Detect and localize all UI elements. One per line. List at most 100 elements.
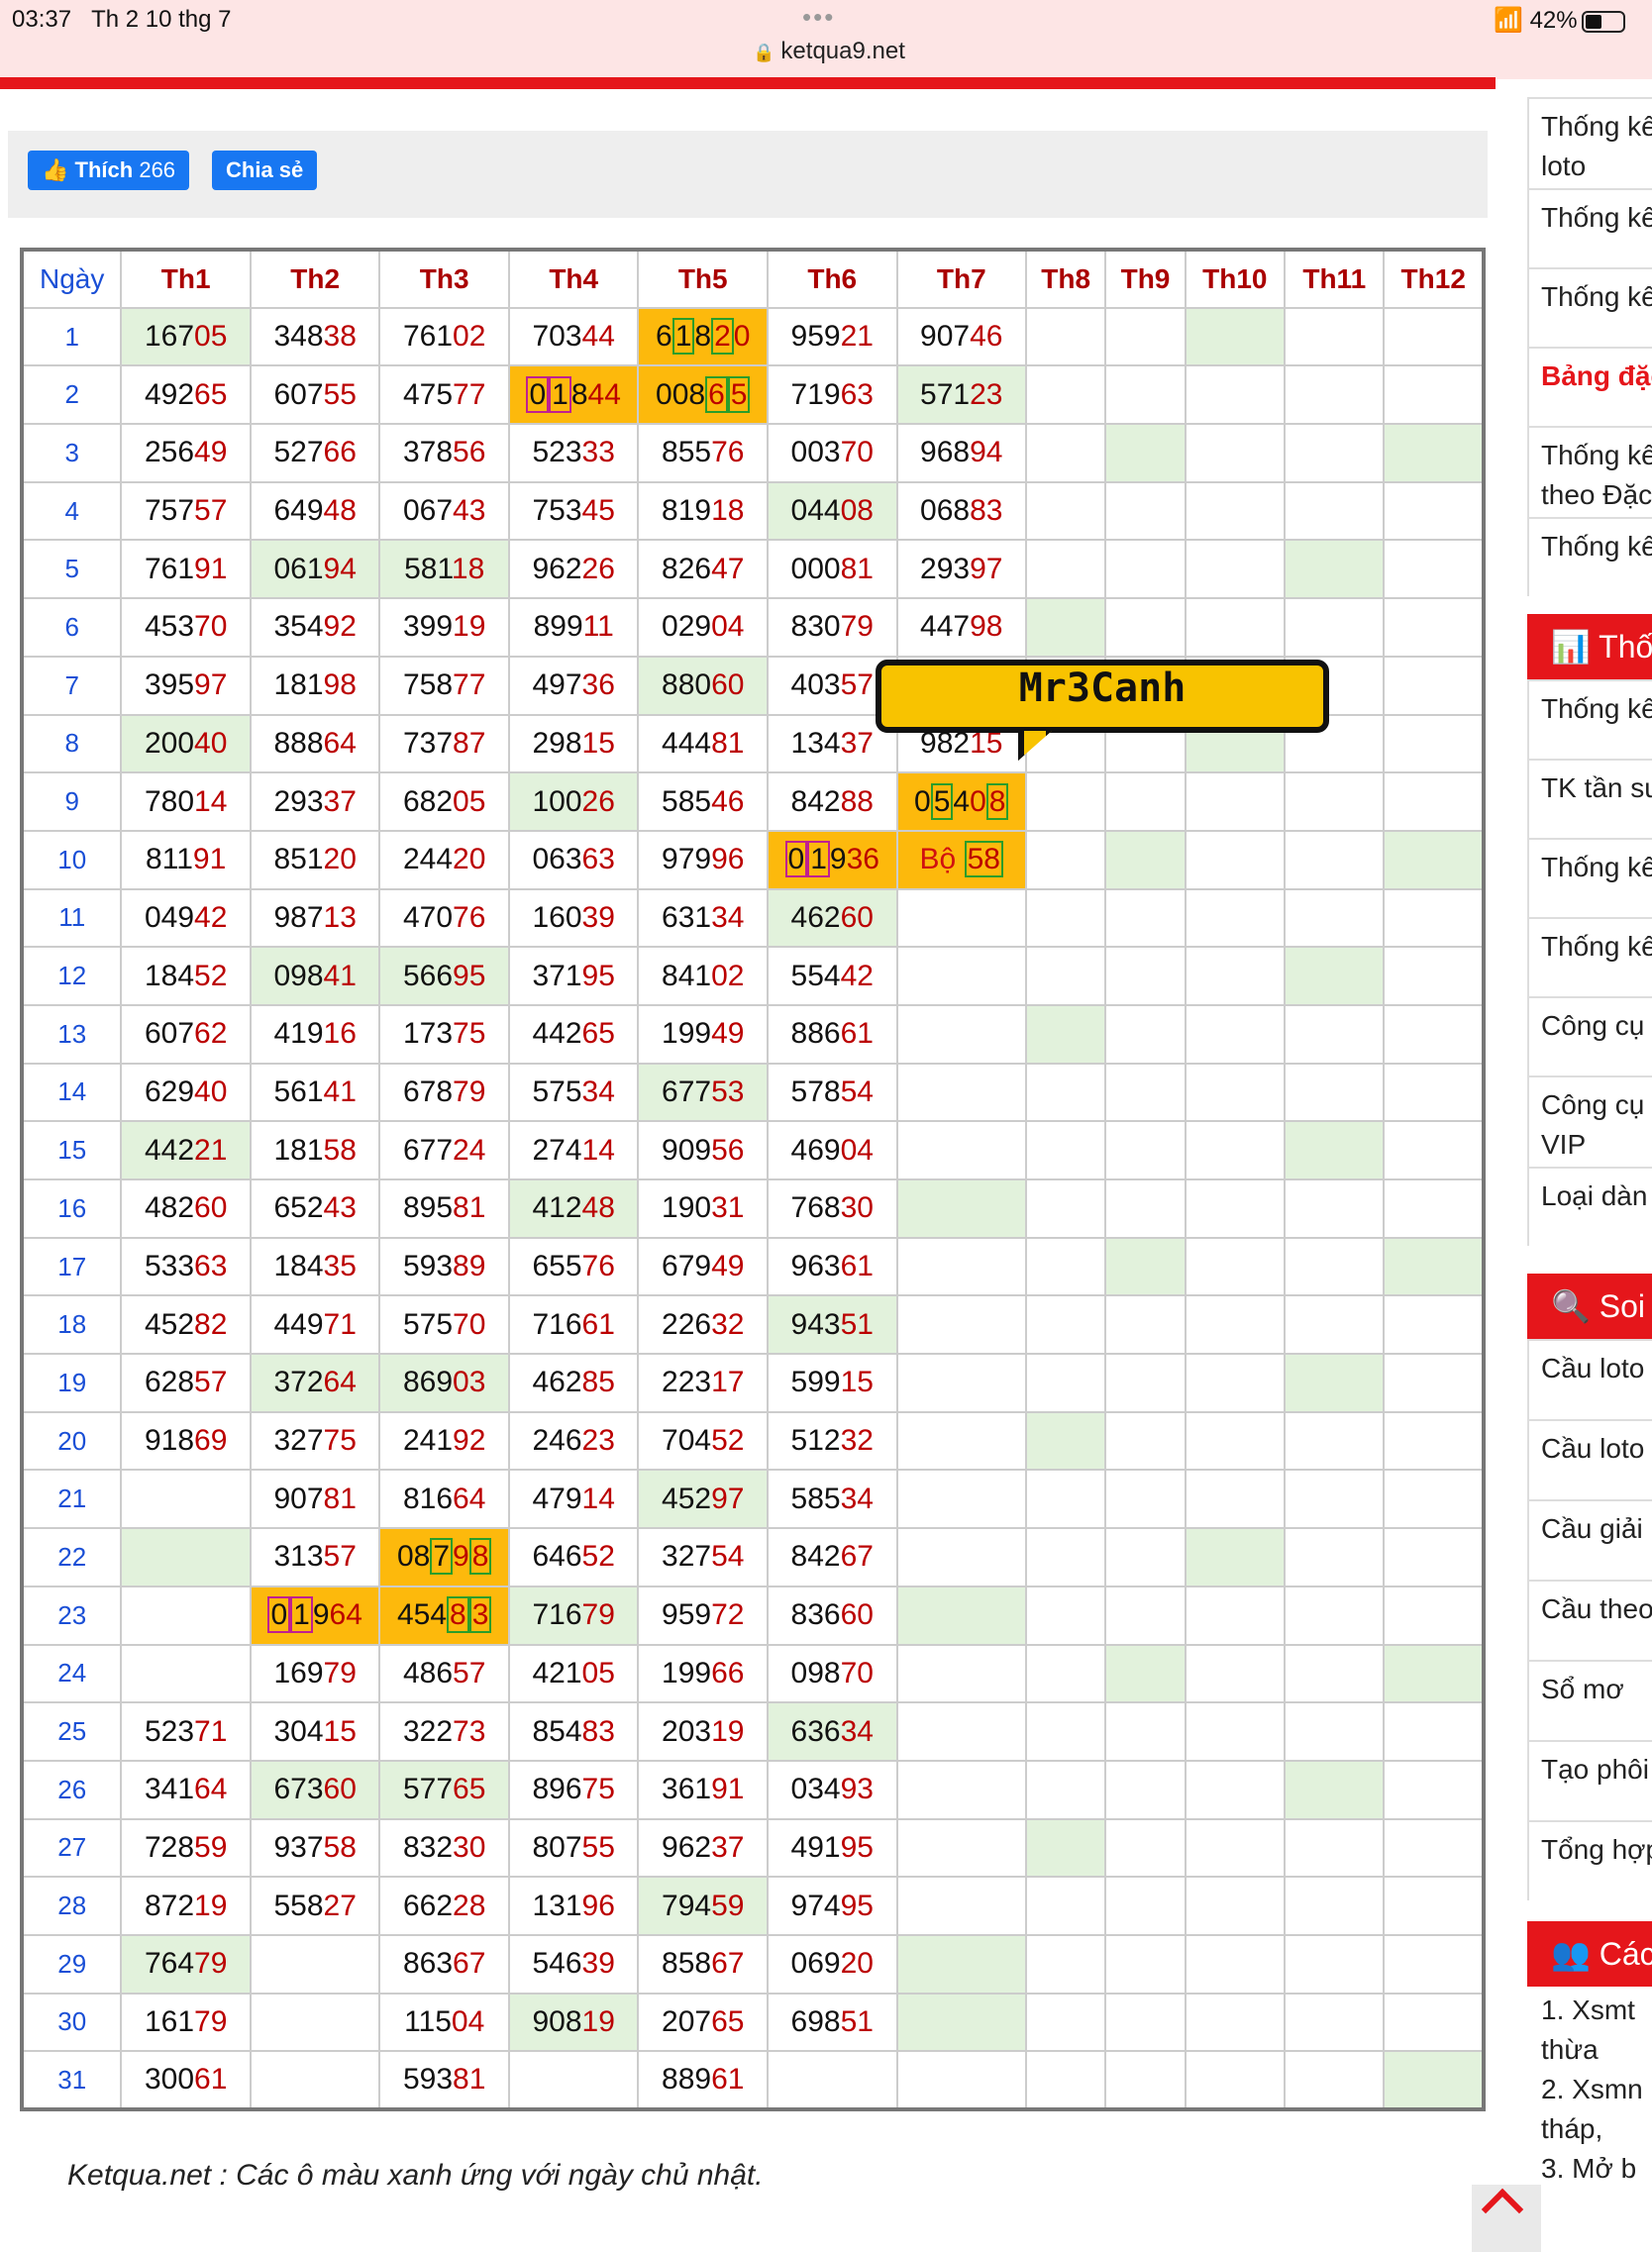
day-link[interactable]: 18 (20, 1294, 123, 1356)
result-cell: 65243 (249, 1178, 381, 1239)
day-link[interactable]: 13 (20, 1003, 123, 1065)
result-cell: 00081 (766, 539, 898, 600)
sidebar-item[interactable]: Thống kê loto (1527, 97, 1652, 188)
result-cell (1025, 887, 1107, 949)
facebook-share-button[interactable]: Chia sẻ (212, 151, 318, 190)
sidebar-item[interactable]: Cầu theo (1527, 1580, 1652, 1660)
day-link[interactable]: 19 (20, 1353, 123, 1413)
sidebar-item[interactable]: TK tần su (1527, 759, 1652, 838)
day-link[interactable]: 3 (20, 423, 123, 483)
sidebar-item[interactable]: Thống kê (1527, 188, 1652, 267)
result-cell (1284, 946, 1386, 1006)
day-link[interactable]: 5 (20, 539, 123, 600)
result-cell: 17375 (378, 1003, 510, 1065)
url-bar[interactable]: 🔒 ketqua9.net (753, 38, 905, 65)
tab-dots-icon[interactable]: ••• (802, 2, 835, 33)
list-item[interactable]: Mở b (1541, 2149, 1652, 2189)
table-row: 4 75757 64948 06743 75345 81918 04408 06883 (20, 480, 1485, 542)
day-link[interactable]: 1 (20, 306, 123, 367)
result-cell: 32775 (249, 1410, 381, 1472)
sidebar-item[interactable]: Thống kê theo Đặc (1527, 426, 1652, 517)
sidebar-item[interactable]: Tổng hợp (1527, 1820, 1652, 1900)
result-cell: 16179 (120, 1992, 252, 2053)
day-link[interactable]: 14 (20, 1062, 123, 1123)
sidebar-item[interactable]: Công cụ (1527, 996, 1652, 1075)
result-cell (1184, 1469, 1287, 1530)
sidebar-item[interactable]: Thống kê (1527, 917, 1652, 996)
day-link[interactable]: 25 (20, 1701, 123, 1762)
sidebar-item[interactable]: Tạo phôi (1527, 1740, 1652, 1820)
result-cell: 49736 (507, 655, 640, 716)
day-link[interactable]: 15 (20, 1120, 123, 1180)
sidebar-item[interactable]: Thống kê (1527, 838, 1652, 917)
result-cell (1383, 1353, 1485, 1413)
result-cell: 31357 (249, 1527, 381, 1587)
result-cell (1104, 1817, 1187, 1879)
result-cell (1184, 539, 1287, 600)
sidebar-item[interactable]: Cầu loto (1527, 1339, 1652, 1419)
day-link[interactable]: 12 (20, 946, 123, 1006)
table-row: 19 62857 37264 86903 46285 22317 59915 (20, 1353, 1485, 1413)
result-cell (1383, 1062, 1485, 1123)
day-link[interactable]: 9 (20, 771, 123, 832)
result-cell (1284, 1817, 1386, 1879)
facebook-like-button[interactable]: 👍 Thích 266 (28, 151, 190, 190)
result-cell (1104, 1527, 1187, 1587)
result-cell (1104, 887, 1187, 949)
day-link[interactable]: 17 (20, 1236, 123, 1297)
day-link[interactable]: 21 (20, 1469, 123, 1530)
sidebar-item[interactable]: Công cụ VIP (1527, 1075, 1652, 1167)
result-cell (1284, 1759, 1386, 1820)
day-link[interactable]: 2 (20, 364, 123, 426)
day-link[interactable]: 20 (20, 1410, 123, 1472)
day-link[interactable]: 28 (20, 1876, 123, 1936)
result-cell (895, 1410, 1028, 1472)
result-cell: 44481 (637, 713, 769, 774)
result-cell: 62940 (120, 1062, 252, 1123)
list-item[interactable]: Xsmntháp, (1541, 2070, 1652, 2149)
table-row: 15 44221 18158 67724 27414 90956 46904 (20, 1120, 1485, 1180)
day-link[interactable]: 10 (20, 829, 123, 890)
sidebar-item[interactable]: Cầu giải (1527, 1499, 1652, 1580)
sidebar-item[interactable]: Thống kê (1527, 267, 1652, 347)
result-cell: 44798 (895, 597, 1028, 658)
day-link[interactable]: 4 (20, 480, 123, 542)
day-link[interactable]: 26 (20, 1759, 123, 1820)
sidebar-item[interactable]: Thống kê (1527, 679, 1652, 759)
result-cell (1025, 306, 1107, 367)
header-th12: Th12 (1383, 249, 1485, 309)
sidebar-item[interactable]: Loại dàn (1527, 1167, 1652, 1246)
day-link[interactable]: 27 (20, 1817, 123, 1879)
result-cell (1284, 423, 1386, 483)
result-cell: 44221 (120, 1120, 252, 1180)
day-link[interactable]: 16 (20, 1178, 123, 1239)
day-link[interactable]: 8 (20, 713, 123, 774)
day-link[interactable]: 30 (20, 1992, 123, 2053)
result-cell: 24192 (378, 1410, 510, 1472)
result-cell: 41916 (249, 1003, 381, 1065)
sidebar-item[interactable]: Bảng đặc (1527, 347, 1652, 426)
result-cell: 85867 (637, 1933, 769, 1995)
day-link[interactable]: 11 (20, 887, 123, 949)
sidebar-item[interactable]: Cầu loto (1527, 1419, 1652, 1499)
day-link[interactable]: 22 (20, 1527, 123, 1587)
day-link[interactable]: 29 (20, 1933, 123, 1995)
result-cell: 61820 (637, 306, 769, 367)
sidebar-item[interactable]: Thống kê (1527, 517, 1652, 596)
day-link[interactable]: 23 (20, 1585, 123, 1646)
footnote: Ketqua.net : Các ô màu xanh ứng với ngày… (67, 2159, 764, 2192)
result-cell (120, 1527, 252, 1587)
sidebar-item[interactable]: Sổ mơ (1527, 1660, 1652, 1740)
sidebar-heading: 👥 Các (1527, 1921, 1652, 1987)
day-link[interactable]: 24 (20, 1643, 123, 1704)
result-cell (1383, 887, 1485, 949)
search-plus-icon: 🔍 (1551, 1288, 1591, 1324)
day-link[interactable]: 31 (20, 2050, 123, 2110)
day-link[interactable]: 6 (20, 597, 123, 658)
result-cell: 60755 (249, 364, 381, 426)
result-cell: 75345 (507, 480, 640, 542)
list-item[interactable]: Xsmtthừa (1541, 1991, 1652, 2070)
result-cell (1284, 1876, 1386, 1936)
day-link[interactable]: 7 (20, 655, 123, 716)
result-cell: 37264 (249, 1353, 381, 1413)
